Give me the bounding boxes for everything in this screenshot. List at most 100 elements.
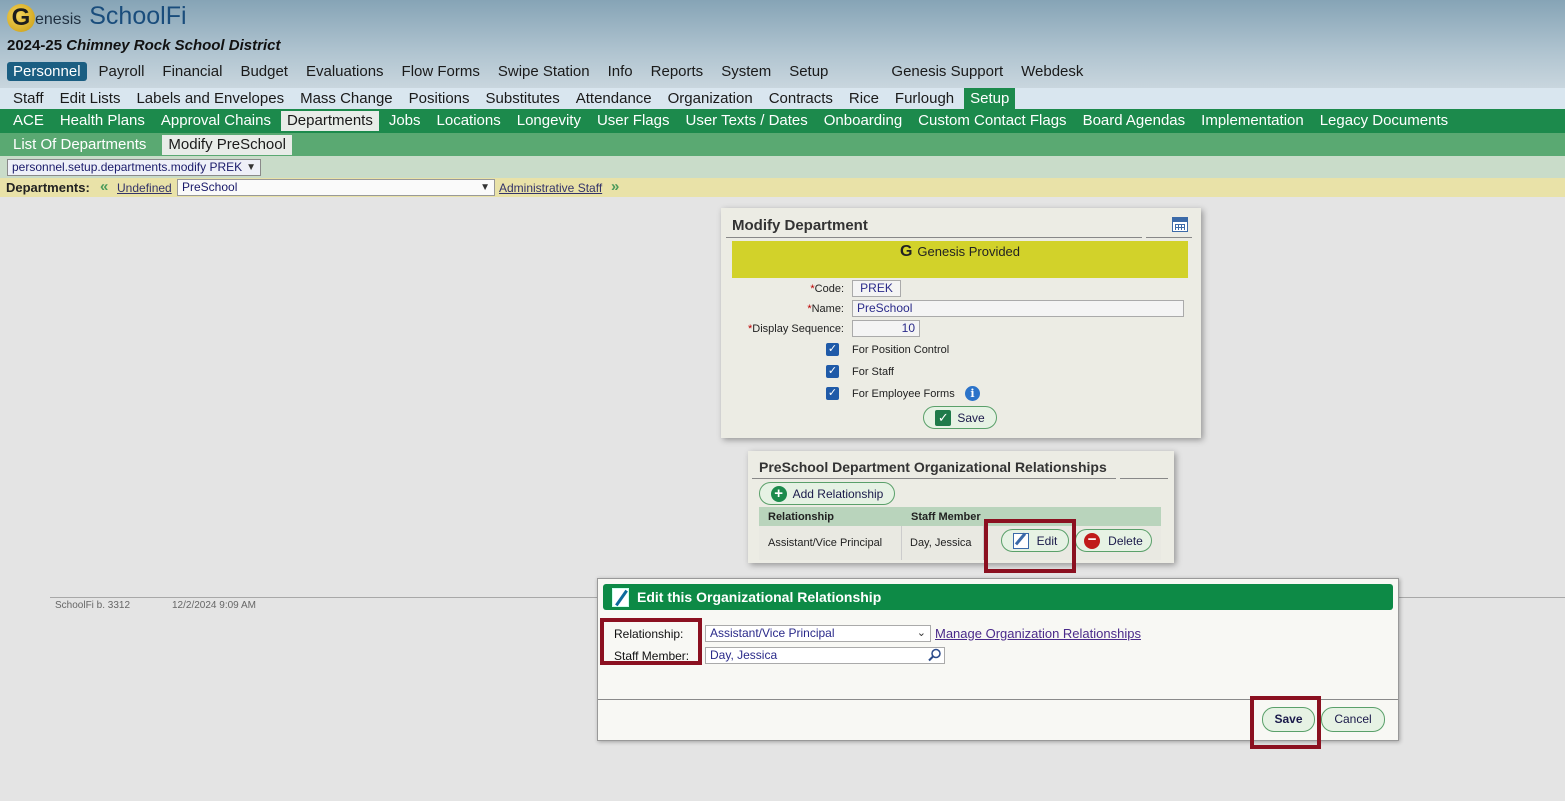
subtab-staff[interactable]: Staff xyxy=(7,88,50,109)
tab-genesis-support[interactable]: Genesis Support xyxy=(885,62,1009,81)
modify-department-title: Modify Department xyxy=(732,217,868,234)
district-name: Chimney Rock School District xyxy=(66,37,281,54)
subtab-rice[interactable]: Rice xyxy=(843,88,885,109)
setup-tab-departments[interactable]: Departments xyxy=(280,111,379,131)
staff-member-label: Staff Member: xyxy=(614,649,690,663)
relationship-select-value: Assistant/Vice Principal xyxy=(710,626,835,640)
relationship-select[interactable]: Assistant/Vice Principal ⌄ xyxy=(705,625,931,642)
display-sequence-label-text: Display Sequence: xyxy=(752,323,844,335)
next-department-link[interactable]: Administrative Staff xyxy=(499,181,602,195)
subtab-edit-lists[interactable]: Edit Lists xyxy=(54,88,127,109)
plus-icon: + xyxy=(770,485,787,502)
subtab-labels-envelopes[interactable]: Labels and Envelopes xyxy=(130,88,290,109)
previous-arrow-icon[interactable]: « xyxy=(100,178,108,195)
setup-tab-implementation[interactable]: Implementation xyxy=(1195,111,1310,131)
setup-tab-longevity[interactable]: Longevity xyxy=(511,111,587,131)
column-relationship: Relationship xyxy=(768,510,835,523)
tab-financial[interactable]: Financial xyxy=(156,62,228,81)
next-arrow-icon[interactable]: » xyxy=(611,178,619,195)
setup-tab-locations[interactable]: Locations xyxy=(431,111,507,131)
subtab-furlough[interactable]: Furlough xyxy=(889,88,960,109)
setup-tab-jobs[interactable]: Jobs xyxy=(383,111,427,131)
tab-evaluations[interactable]: Evaluations xyxy=(300,62,390,81)
manage-relationships-link[interactable]: Manage Organization Relationships xyxy=(935,626,1141,641)
info-icon[interactable]: i xyxy=(965,386,980,401)
edit-icon xyxy=(1012,532,1029,549)
edit-relationship-button[interactable]: Edit xyxy=(1001,529,1069,552)
page-path-select[interactable]: personnel.setup.departments.modify PREK … xyxy=(7,159,261,176)
dialog-title-bar: Edit this Organizational Relationship xyxy=(603,584,1393,610)
tab-budget[interactable]: Budget xyxy=(234,62,294,81)
top-nav: Personnel Payroll Financial Budget Evalu… xyxy=(7,62,1095,81)
employee-forms-label: For Employee Forms xyxy=(852,388,955,400)
setup-tab-user-flags[interactable]: User Flags xyxy=(591,111,676,131)
dept-tab-modify[interactable]: Modify PreSchool xyxy=(162,134,292,155)
display-sequence-label: *Display Sequence: xyxy=(730,323,844,335)
minus-icon: − xyxy=(1084,532,1101,549)
subtab-positions[interactable]: Positions xyxy=(403,88,476,109)
employee-forms-checkbox[interactable]: ✓ xyxy=(826,387,839,400)
setup-tab-onboarding[interactable]: Onboarding xyxy=(818,111,908,131)
setup-tab-legacy-documents[interactable]: Legacy Documents xyxy=(1314,111,1454,131)
setup-tab-custom-contact-flags[interactable]: Custom Contact Flags xyxy=(912,111,1072,131)
tab-setup[interactable]: Setup xyxy=(783,62,834,81)
display-sequence-field[interactable]: 10 xyxy=(852,320,920,337)
for-staff-checkbox[interactable]: ✓ xyxy=(826,365,839,378)
nav-gap xyxy=(840,62,885,81)
setup-tab-health-plans[interactable]: Health Plans xyxy=(54,111,151,131)
tab-payroll[interactable]: Payroll xyxy=(93,62,151,81)
previous-department-link[interactable]: Undefined xyxy=(117,181,172,195)
delete-relationship-button[interactable]: − Delete xyxy=(1075,529,1152,552)
edit-label: Edit xyxy=(1036,533,1058,548)
rel-title-underline-right xyxy=(1120,478,1168,479)
title-underline xyxy=(726,237,1142,238)
position-control-checkbox[interactable]: ✓ xyxy=(826,343,839,356)
subtab-organization[interactable]: Organization xyxy=(662,88,759,109)
edit-document-icon xyxy=(612,588,629,607)
title-underline-right xyxy=(1146,237,1192,238)
setup-tab-ace[interactable]: ACE xyxy=(7,111,50,131)
code-label: *Code: xyxy=(760,283,844,295)
edit-relationship-dialog: Edit this Organizational Relationship Re… xyxy=(597,578,1399,741)
add-relationship-button[interactable]: + Add Relationship xyxy=(759,482,895,505)
search-icon[interactable] xyxy=(928,648,942,662)
page-path-value: personnel.setup.departments.modify PREK xyxy=(12,160,243,174)
dialog-title: Edit this Organizational Relationship xyxy=(637,589,882,605)
tab-reports[interactable]: Reports xyxy=(645,62,710,81)
subtab-substitutes[interactable]: Substitutes xyxy=(480,88,566,109)
setup-tab-approval-chains[interactable]: Approval Chains xyxy=(155,111,277,131)
subtab-contracts[interactable]: Contracts xyxy=(763,88,839,109)
name-field[interactable]: PreSchool xyxy=(852,300,1184,317)
code-field[interactable]: PREK xyxy=(852,280,901,297)
department-save-label: Save xyxy=(957,410,985,425)
setup-sub-nav: ACE Health Plans Approval Chains Departm… xyxy=(0,109,1565,133)
setup-tab-board-agendas[interactable]: Board Agendas xyxy=(1077,111,1192,131)
staff-member-value: Day, Jessica xyxy=(710,648,778,662)
position-control-label: For Position Control xyxy=(852,344,950,356)
logo-brand: enesis xyxy=(35,11,82,28)
tab-webdesk[interactable]: Webdesk xyxy=(1015,62,1089,81)
relationship-label: Relationship: xyxy=(614,627,684,641)
department-save-button[interactable]: ✓ Save xyxy=(923,406,997,429)
app-logo[interactable]: G enesis SchoolFi xyxy=(7,2,187,34)
tab-personnel[interactable]: Personnel xyxy=(7,62,87,81)
tab-system[interactable]: System xyxy=(715,62,777,81)
subtab-attendance[interactable]: Attendance xyxy=(570,88,658,109)
tab-swipe-station[interactable]: Swipe Station xyxy=(492,62,596,81)
department-select[interactable]: PreSchool ▼ xyxy=(177,179,495,196)
subtab-setup[interactable]: Setup xyxy=(964,88,1016,109)
staff-member-input[interactable]: Day, Jessica xyxy=(705,647,945,664)
dept-tab-list[interactable]: List Of Departments xyxy=(7,135,152,155)
build-version: SchoolFi b. 3312 xyxy=(55,600,131,611)
dialog-cancel-button[interactable]: Cancel xyxy=(1321,707,1385,732)
setup-tab-user-texts-dates[interactable]: User Texts / Dates xyxy=(680,111,814,131)
table-header: Relationship Staff Member xyxy=(759,507,1161,526)
cell-relationship: Assistant/Vice Principal xyxy=(759,526,902,560)
tab-info[interactable]: Info xyxy=(602,62,639,81)
genesis-logo-icon: G xyxy=(7,4,35,32)
calendar-icon[interactable] xyxy=(1172,217,1188,232)
departments-label: Departments: xyxy=(6,180,90,195)
dialog-save-button[interactable]: Save xyxy=(1262,707,1315,732)
subtab-mass-change[interactable]: Mass Change xyxy=(294,88,399,109)
tab-flow-forms[interactable]: Flow Forms xyxy=(396,62,486,81)
